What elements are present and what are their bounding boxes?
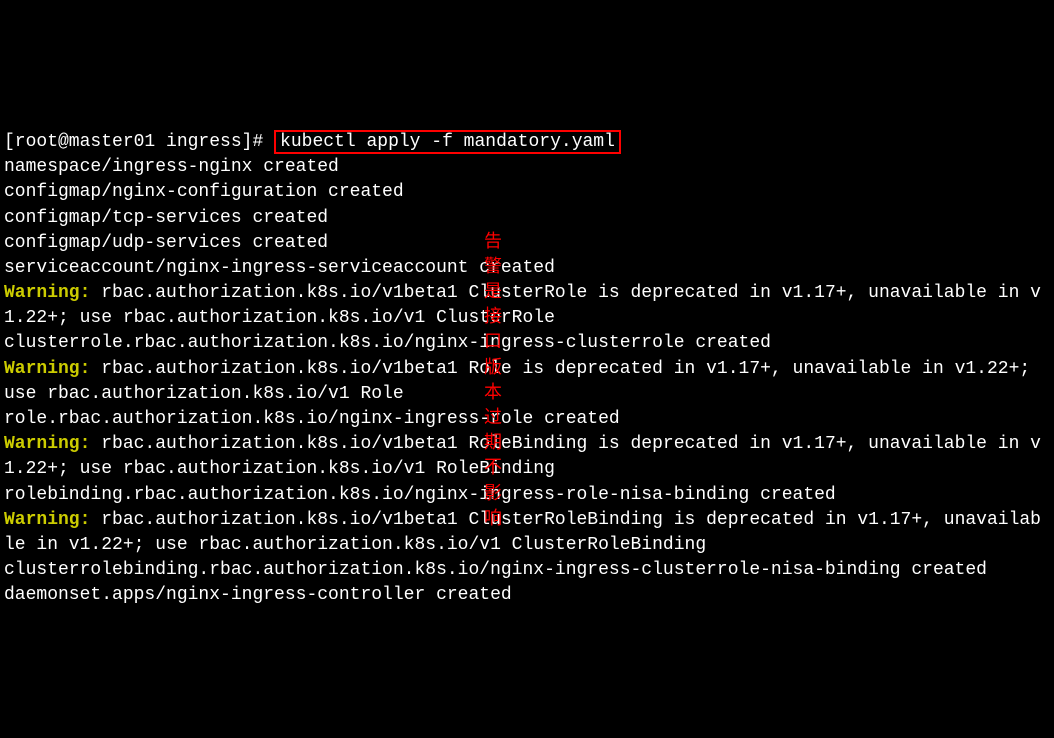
- output-line: configmap/nginx-configuration created: [4, 182, 404, 202]
- terminal-output: [root@master01 ingress]# kubectl apply -…: [4, 105, 1050, 609]
- warning-text: rbac.authorization.k8s.io/v1beta1 Cluste…: [4, 510, 1041, 555]
- output-line: namespace/ingress-nginx created: [4, 157, 339, 177]
- annotation-text: 告警是接口版本过期不影响: [484, 231, 502, 533]
- output-line: serviceaccount/nginx-ingress-serviceacco…: [4, 258, 555, 278]
- warning-label: Warning:: [4, 510, 90, 530]
- warning-text: rbac.authorization.k8s.io/v1beta1 Cluste…: [4, 283, 1041, 328]
- output-line: clusterrolebinding.rbac.authorization.k8…: [4, 560, 987, 580]
- output-line: rolebinding.rbac.authorization.k8s.io/ng…: [4, 485, 836, 505]
- warning-text: rbac.authorization.k8s.io/v1beta1 Role i…: [4, 359, 1041, 404]
- warning-label: Warning:: [4, 359, 90, 379]
- shell-prompt: [root@master01 ingress]#: [4, 132, 274, 152]
- output-line: configmap/udp-services created: [4, 233, 328, 253]
- output-line: configmap/tcp-services created: [4, 208, 328, 228]
- output-line: daemonset.apps/nginx-ingress-controller …: [4, 585, 512, 605]
- highlighted-command: kubectl apply -f mandatory.yaml: [274, 130, 621, 154]
- output-line: role.rbac.authorization.k8s.io/nginx-ing…: [4, 409, 620, 429]
- output-line: clusterrole.rbac.authorization.k8s.io/ng…: [4, 333, 771, 353]
- warning-text: rbac.authorization.k8s.io/v1beta1 RoleBi…: [4, 434, 1041, 479]
- kubectl-command: kubectl apply -f mandatory.yaml: [280, 132, 615, 152]
- warning-label: Warning:: [4, 434, 90, 454]
- warning-label: Warning:: [4, 283, 90, 303]
